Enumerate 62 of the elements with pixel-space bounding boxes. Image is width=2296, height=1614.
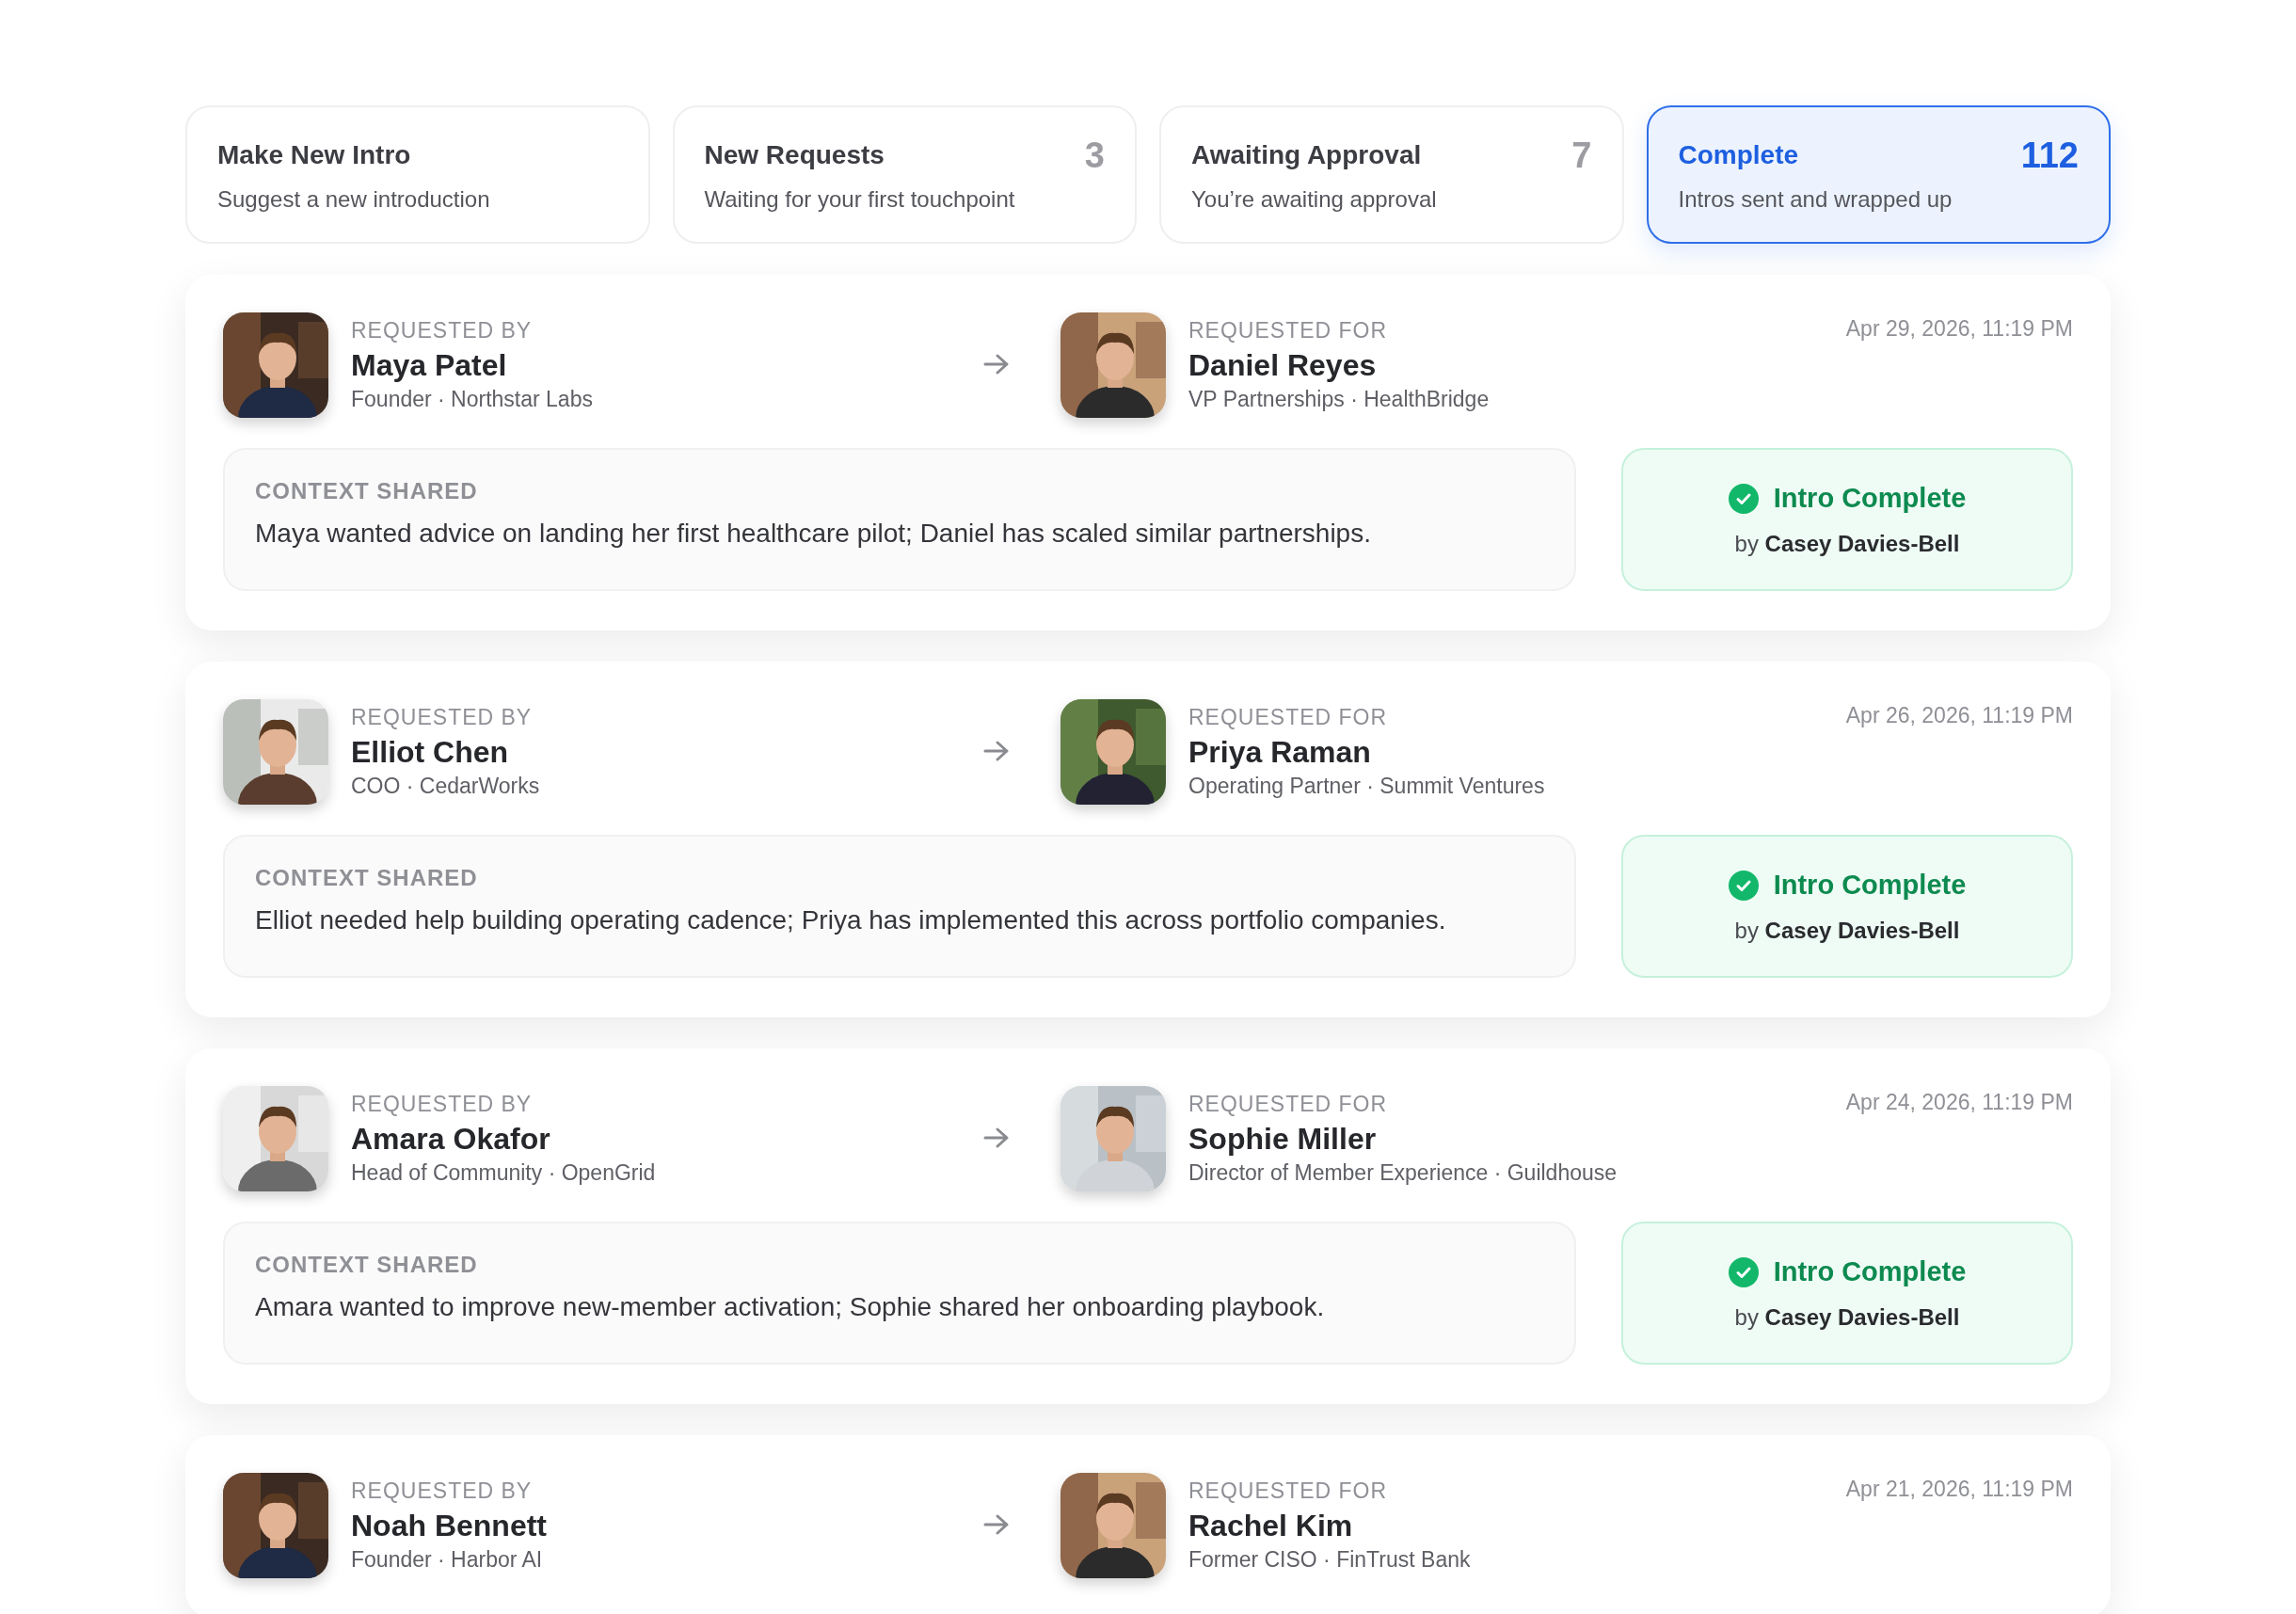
completed-by: by Casey Davies-Bell (1734, 1302, 1960, 1332)
person-role: Operating Partner · Summit Ventures (1188, 773, 1545, 801)
tab-subtitle: Waiting for your first touchpoint (704, 185, 1016, 214)
tab-title: Make New Intro (217, 139, 411, 171)
check-icon (1728, 484, 1759, 514)
tab[interactable]: New Requests 3 Waiting for your first touchpoint (672, 105, 1137, 244)
check-icon (1728, 871, 1759, 901)
person-name: Daniel Reyes (1188, 346, 1378, 384)
person-role: Founder · Harbor AI (351, 1546, 544, 1574)
status-label: Intro Complete (1773, 1255, 1967, 1289)
status-label: Intro Complete (1773, 869, 1967, 903)
person-role: COO · CedarWorks (351, 773, 540, 801)
tab-title: New Requests (704, 139, 885, 171)
tab[interactable]: Make New Intro Suggest a new introduction (185, 105, 650, 244)
status-label: Intro Complete (1773, 482, 1967, 516)
field-label: REQUESTED FOR (1188, 1091, 1389, 1119)
tab-subtitle: Suggest a new introduction (217, 185, 491, 214)
person-name: Elliot Chen (351, 733, 510, 771)
tab-subtitle: Intros sent and wrapped up (1678, 185, 1953, 214)
context-text: Elliot needed help building operating cadence; Priya has implemented this across portfolio companies. (255, 904, 1447, 936)
person-name: Noah Bennett (351, 1507, 547, 1544)
date: Apr 21, 2026, 11:19 PM (1845, 1476, 2073, 1503)
field-label: REQUESTED BY (351, 1478, 534, 1506)
person-name: Maya Patel (351, 346, 508, 384)
person-name: Sophie Miller (1188, 1120, 1378, 1158)
arrow-icon (983, 353, 1010, 376)
person-role: Founder · Northstar Labs (351, 386, 593, 414)
person-name: Priya Raman (1188, 733, 1372, 771)
field-label: REQUESTED BY (351, 704, 534, 732)
person-role: Former CISO · FinTrust Bank (1188, 1546, 1471, 1574)
field-label: REQUESTED FOR (1188, 1478, 1389, 1506)
person-name: Amara Okafor (351, 1120, 551, 1158)
field-label: REQUESTED FOR (1188, 317, 1389, 345)
date: Apr 26, 2026, 11:19 PM (1845, 702, 2073, 729)
tab-title: Awaiting Approval (1191, 139, 1422, 171)
arrow-icon (983, 740, 1010, 762)
context-label: CONTEXT SHARED (255, 864, 479, 892)
context-label: CONTEXT SHARED (255, 477, 479, 505)
person-name: Rachel Kim (1188, 1507, 1354, 1544)
context-label: CONTEXT SHARED (255, 1251, 479, 1279)
person-role: Director of Member Experience · Guildhouse (1188, 1159, 1618, 1188)
person-role: VP Partnerships · HealthBridge (1188, 386, 1490, 414)
tab[interactable]: Complete 112 Intros sent and wrapped up (1646, 105, 2111, 244)
tab-subtitle: You’re awaiting approval (1191, 185, 1438, 214)
count: 3 (1084, 137, 1105, 173)
context-text: Maya wanted advice on landing her first healthcare pilot; Daniel has scaled similar partnerships. (255, 518, 1372, 550)
arrow-icon (983, 1513, 1010, 1536)
arrow-icon (983, 1127, 1010, 1149)
completed-by: by Casey Davies-Bell (1734, 529, 1960, 558)
person-role: Head of Community · OpenGrid (351, 1159, 656, 1188)
count: 7 (1571, 137, 1592, 173)
date: Apr 24, 2026, 11:19 PM (1845, 1089, 2073, 1116)
date: Apr 29, 2026, 11:19 PM (1845, 315, 2073, 343)
field-label: REQUESTED FOR (1188, 704, 1389, 732)
completed-by: by Casey Davies-Bell (1734, 916, 1960, 945)
check-icon (1728, 1257, 1759, 1287)
context-text: Amara wanted to improve new-member activation; Sophie shared her onboarding playbook. (255, 1291, 1326, 1323)
field-label: REQUESTED BY (351, 1091, 534, 1119)
tab-title: Complete (1678, 139, 1799, 171)
tab[interactable]: Awaiting Approval 7 You’re awaiting approval (1159, 105, 1624, 244)
count: 112 (2020, 137, 2079, 173)
field-label: REQUESTED BY (351, 317, 534, 345)
